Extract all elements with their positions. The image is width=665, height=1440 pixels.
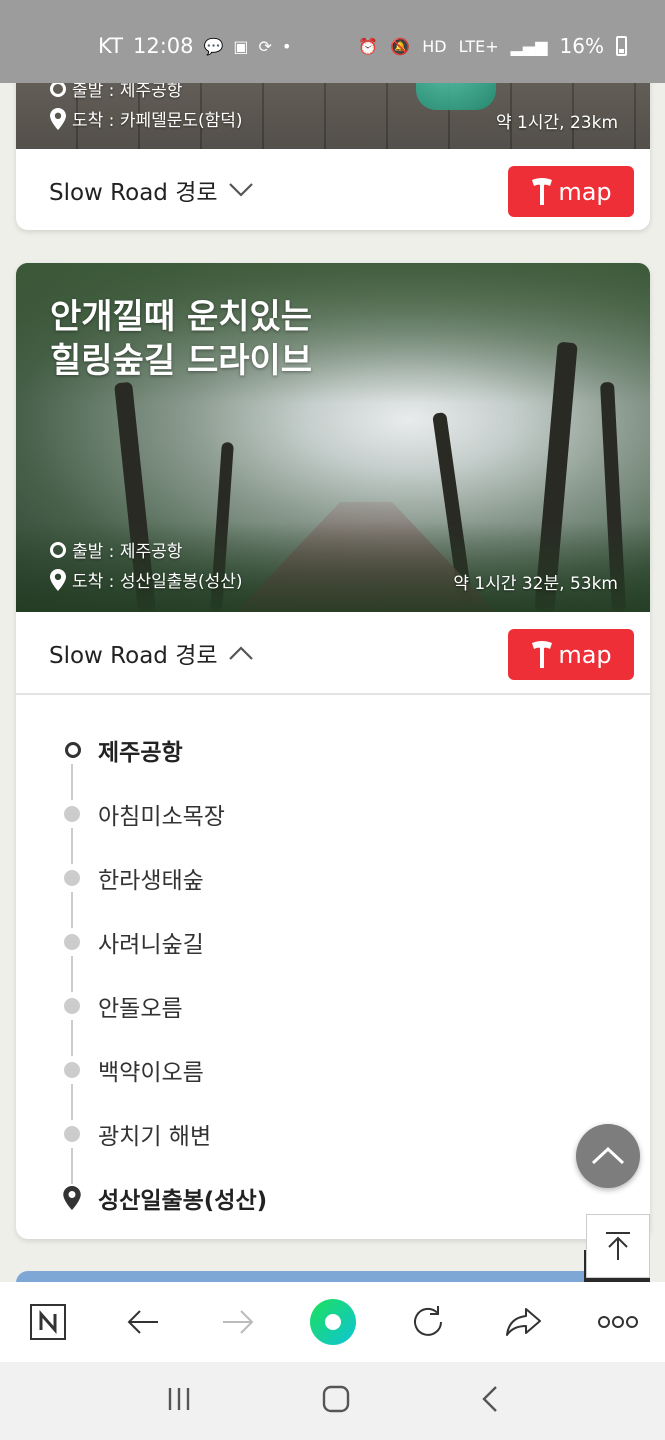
talk-icon: 💬	[203, 36, 224, 56]
route-connector	[71, 956, 73, 992]
alarm-icon: ⏰	[358, 36, 379, 56]
sync-icon: ⟳	[258, 36, 272, 56]
stop-label: 한라생태숲	[98, 868, 204, 894]
map-label: map	[558, 640, 612, 669]
location-pin-icon	[50, 568, 66, 591]
waypoint-dot-icon	[64, 1062, 80, 1078]
waypoint-dot-icon	[64, 998, 80, 1014]
slow-road-label: Slow Road 경로	[49, 180, 218, 206]
more-button[interactable]	[588, 1292, 648, 1352]
back-nav-icon	[481, 1386, 497, 1412]
scroll-to-top-button[interactable]	[586, 1214, 650, 1278]
forward-button[interactable]	[208, 1292, 268, 1352]
more-icon	[597, 1316, 638, 1328]
refresh-icon	[413, 1306, 442, 1336]
stop-label: 사려니숲길	[98, 932, 204, 958]
arrive-row: 도착 : 성산일출봉(성산)	[50, 567, 243, 592]
tmap-button[interactable]: map	[508, 166, 634, 217]
route-title: 안개낄때 운치있는 힐링숲길 드라이브	[50, 295, 312, 383]
distance-text: 약 1시간 32분, 53km	[453, 574, 618, 594]
map-label: map	[558, 177, 612, 206]
tmap-logo-icon	[532, 177, 553, 205]
hd-icon: HD	[422, 36, 447, 56]
signal-icon: ▂▄▆	[510, 36, 548, 56]
dot-icon: •	[281, 36, 292, 56]
start-circle-icon	[50, 541, 66, 558]
start-row: 출발 : 제주공항	[50, 537, 182, 562]
share-icon	[505, 1308, 541, 1336]
waypoint-dot-icon	[64, 934, 80, 950]
route-connector	[71, 1148, 73, 1184]
arrow-to-top-icon	[606, 1232, 630, 1260]
naver-home-button[interactable]	[18, 1292, 78, 1352]
stop-label: 성산일출봉(성산)	[98, 1188, 268, 1214]
network-label: LTE+	[458, 36, 499, 56]
stop-label: 아침미소목장	[98, 804, 225, 830]
route-connector	[71, 1084, 73, 1120]
home-button[interactable]	[322, 1385, 350, 1417]
battery-percent: 16%	[559, 34, 604, 58]
carrier-label: KT	[98, 34, 123, 58]
arrive-text: 도착 : 카페델문도(함덕)	[72, 111, 243, 131]
status-left: KT 12:08 💬 ▣ ⟳ •	[98, 34, 291, 58]
route-connector	[71, 1020, 73, 1056]
location-pin-icon	[50, 107, 66, 130]
waypoint-dot-icon	[64, 806, 80, 822]
tmap-button[interactable]: map	[508, 629, 634, 680]
title-line-2: 힐링숲길 드라이브	[50, 341, 313, 381]
status-bar: KT 12:08 💬 ▣ ⟳ • ⏰ 🔕 HD LTE+ ▂▄▆ 16%	[0, 0, 665, 83]
battery-icon	[616, 36, 627, 56]
status-right: ⏰ 🔕 HD LTE+ ▂▄▆ 16%	[358, 34, 627, 58]
gallery-icon: ▣	[233, 36, 249, 56]
forward-icon	[222, 1310, 253, 1334]
share-button[interactable]	[493, 1292, 553, 1352]
slow-road-toggle[interactable]: Slow Road 경로	[49, 173, 254, 207]
arrive-text: 도착 : 성산일출봉(성산)	[72, 572, 243, 592]
distance-text: 약 1시간, 23km	[496, 113, 618, 133]
stop-label: 제주공항	[98, 740, 183, 766]
refresh-button[interactable]	[398, 1292, 458, 1352]
route-connector	[71, 892, 73, 928]
recent-apps-icon	[168, 1388, 189, 1410]
slow-road-toggle[interactable]: Slow Road 경로	[49, 636, 254, 670]
back-nav-button[interactable]	[480, 1385, 500, 1417]
chevron-up-icon	[228, 646, 253, 660]
back-icon	[127, 1310, 158, 1334]
slow-road-label: Slow Road 경로	[49, 643, 218, 669]
mute-icon: 🔕	[390, 36, 411, 56]
naver-home-icon	[29, 1304, 66, 1340]
route-connector	[71, 828, 73, 864]
divider	[16, 693, 650, 695]
start-text: 출발 : 제주공항	[72, 542, 183, 562]
recent-apps-button[interactable]	[166, 1386, 192, 1416]
route-connector	[71, 764, 73, 800]
start-point-icon	[65, 742, 81, 758]
route-card-2: 안개낄때 운치있는 힐링숲길 드라이브 출발 : 제주공항 도착 : 성산일출봉…	[16, 263, 650, 1239]
waypoint-dot-icon	[64, 870, 80, 886]
title-line-1: 안개낄때 운치있는	[50, 297, 313, 337]
stop-label: 안돌오름	[98, 996, 183, 1022]
scroll-up-button[interactable]	[576, 1124, 640, 1188]
home-icon	[322, 1385, 349, 1413]
back-button[interactable]	[113, 1292, 173, 1352]
arrive-row: 도착 : 카페델문도(함덕)	[50, 106, 243, 131]
chevron-down-icon	[228, 183, 253, 197]
clock: 12:08	[132, 34, 194, 58]
green-dot-button[interactable]	[303, 1292, 363, 1352]
chevron-up-icon	[591, 1146, 625, 1165]
destination-pin-icon	[63, 1186, 81, 1210]
stop-label: 광치기 해변	[98, 1124, 212, 1150]
stop-label: 백약이오름	[98, 1060, 204, 1086]
browser-toolbar	[0, 1282, 665, 1362]
waypoint-dot-icon	[64, 1126, 80, 1142]
system-nav-bar	[0, 1362, 665, 1440]
tmap-logo-icon	[532, 640, 553, 668]
green-dot-icon	[309, 1299, 356, 1345]
route-photo-2: 안개낄때 운치있는 힐링숲길 드라이브 출발 : 제주공항 도착 : 성산일출봉…	[16, 263, 650, 612]
